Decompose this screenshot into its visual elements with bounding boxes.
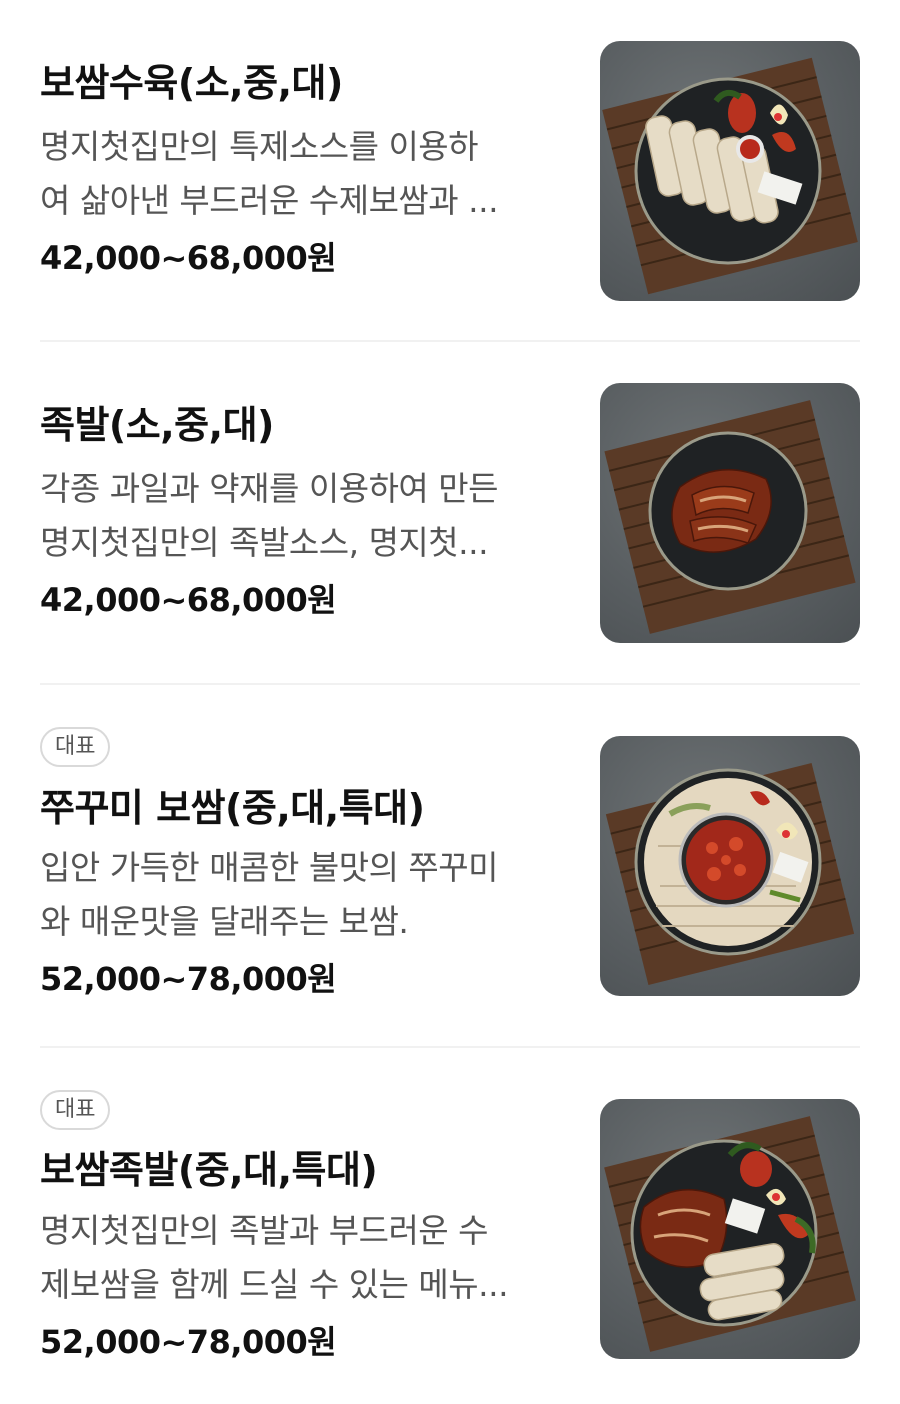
menu-item-title: 보쌈족발(중,대,특대) — [40, 1148, 378, 1192]
description-line: 제보쌈을 함께 드실 수 있는 메뉴... — [40, 1265, 509, 1304]
jjukkumi-bossam-photo-icon — [600, 736, 860, 996]
description-line: 와 매운맛을 달래주는 보쌈. — [40, 902, 409, 941]
menu-item-price: 52,000~78,000원 — [40, 1323, 337, 1361]
menu-item-title: 쭈꾸미 보쌈(중,대,특대) — [40, 786, 425, 830]
menu-item-jjukkumi-bossam[interactable]: 대표 쭈꾸미 보쌈(중,대,특대) 입안 가득한 매콤한 불맛의 쭈꾸미 와 매… — [40, 685, 860, 1046]
description-line: 각종 과일과 약재를 이용하여 만든 — [40, 469, 499, 508]
representative-badge: 대표 — [40, 727, 111, 767]
menu-item-description: 입안 가득한 매콤한 불맛의 쭈꾸미 와 매운맛을 달래주는 보쌈. — [40, 841, 550, 949]
description-line: 명지첫집만의 족발과 부드러운 수 — [40, 1211, 489, 1250]
bossam-jokbal-photo-icon — [600, 1099, 860, 1359]
representative-badge: 대표 — [40, 1090, 111, 1130]
menu-item-description: 명지첫집만의 족발과 부드러운 수 제보쌈을 함께 드실 수 있는 메뉴... — [40, 1204, 550, 1312]
menu-item-description: 각종 과일과 약재를 이용하여 만든 명지첫집만의 족발소스, 명지첫... — [40, 462, 550, 570]
menu-item-price: 42,000~68,000원 — [40, 239, 337, 277]
menu-item-title: 보쌈수육(소,중,대) — [40, 61, 343, 105]
menu-list: 보쌈수육(소,중,대) 명지첫집만의 특제소스를 이용하 여 삶아낸 부드러운 … — [0, 0, 900, 1404]
menu-item-price: 42,000~68,000원 — [40, 581, 337, 619]
bossam-suyuk-photo-icon — [600, 41, 860, 301]
menu-item-title: 족발(소,중,대) — [40, 403, 274, 447]
description-line: 명지첫집만의 족발소스, 명지첫... — [40, 523, 489, 562]
description-line: 입안 가득한 매콤한 불맛의 쭈꾸미 — [40, 848, 499, 887]
jokbal-photo-icon — [600, 383, 860, 643]
description-line: 여 삶아낸 부드러운 수제보쌈과 ... — [40, 181, 499, 220]
menu-item-bossam-jokbal[interactable]: 대표 보쌈족발(중,대,특대) 명지첫집만의 족발과 부드러운 수 제보쌈을 함… — [40, 1048, 860, 1404]
menu-item-jokbal[interactable]: 족발(소,중,대) 각종 과일과 약재를 이용하여 만든 명지첫집만의 족발소스… — [40, 342, 860, 683]
menu-item-description: 명지첫집만의 특제소스를 이용하 여 삶아낸 부드러운 수제보쌈과 ... — [40, 120, 550, 228]
menu-item-bossam-suyuk[interactable]: 보쌈수육(소,중,대) 명지첫집만의 특제소스를 이용하 여 삶아낸 부드러운 … — [40, 0, 860, 340]
menu-item-price: 52,000~78,000원 — [40, 960, 337, 998]
description-line: 명지첫집만의 특제소스를 이용하 — [40, 127, 479, 166]
